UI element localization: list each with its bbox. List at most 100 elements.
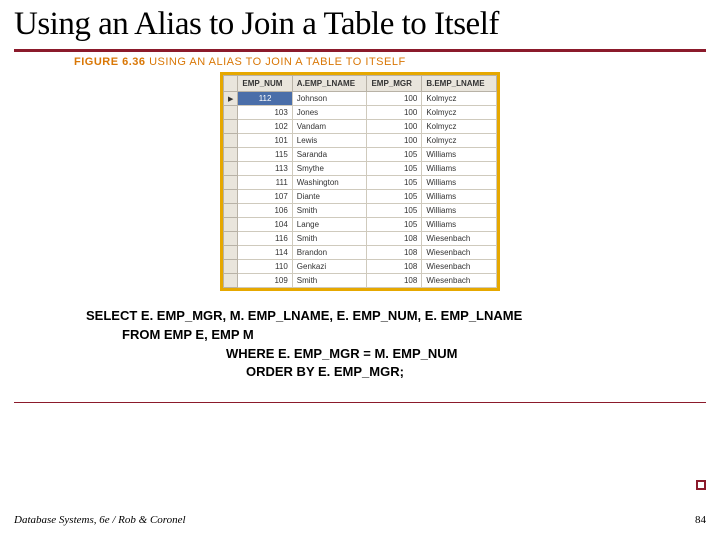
cell-emp-num: 110 [238,259,292,273]
cell-b-lname: Williams [422,189,497,203]
cell-a-lname: Vandam [292,119,367,133]
col-b-lname: B.EMP_LNAME [422,75,497,91]
footer-left: Database Systems, 6e / Rob & Coronel [14,514,186,526]
cell-a-lname: Lange [292,217,367,231]
table-row: 103Jones100Kolmycz [224,105,497,119]
cell-a-lname: Johnson [292,91,367,105]
slide: Using an Alias to Join a Table to Itself… [0,0,720,540]
row-selector [224,147,238,161]
cell-a-lname: Washington [292,175,367,189]
figure-area: FIGURE 6.36 USING AN ALIAS TO JOIN A TAB… [14,56,706,291]
cell-a-lname: Smith [292,203,367,217]
cell-b-lname: Williams [422,217,497,231]
table-row: 107Diante105Williams [224,189,497,203]
row-selector [224,105,238,119]
cell-a-lname: Smith [292,231,367,245]
sql-line-1: SELECT E. EMP_MGR, M. EMP_LNAME, E. EMP_… [86,307,706,326]
table-row: 102Vandam100Kolmycz [224,119,497,133]
cell-b-lname: Wiesenbach [422,259,497,273]
figure-caption-text: USING AN ALIAS TO JOIN A TABLE TO ITSELF [149,56,406,68]
table-row: 104Lange105Williams [224,217,497,231]
row-selector [224,203,238,217]
row-selector [224,175,238,189]
row-selector [224,259,238,273]
table-row: 101Lewis100Kolmycz [224,133,497,147]
cell-b-lname: Kolmycz [422,105,497,119]
cell-emp-mgr: 100 [367,119,422,133]
cell-emp-num: 106 [238,203,292,217]
cell-b-lname: Kolmycz [422,91,497,105]
table-row: 110Genkazi108Wiesenbach [224,259,497,273]
table-row: 111Washington105Williams [224,175,497,189]
cell-emp-mgr: 108 [367,273,422,287]
figure-caption: FIGURE 6.36 USING AN ALIAS TO JOIN A TAB… [74,56,706,68]
cell-emp-mgr: 108 [367,259,422,273]
cell-emp-num: 101 [238,133,292,147]
slide-number: 84 [695,514,706,526]
cell-emp-num: 116 [238,231,292,245]
cell-b-lname: Wiesenbach [422,273,497,287]
col-a-lname: A.EMP_LNAME [292,75,367,91]
row-selector [224,231,238,245]
figure-number: FIGURE 6.36 [74,56,146,68]
table-row: 109Smith108Wiesenbach [224,273,497,287]
cell-b-lname: Wiesenbach [422,245,497,259]
row-selector [224,161,238,175]
row-selector [224,133,238,147]
table-row: 116Smith108Wiesenbach [224,231,497,245]
cell-emp-mgr: 100 [367,133,422,147]
cell-emp-mgr: 100 [367,91,422,105]
sql-line-3: WHERE E. EMP_MGR = M. EMP_NUM [86,345,706,364]
cell-a-lname: Jones [292,105,367,119]
sql-query: SELECT E. EMP_MGR, M. EMP_LNAME, E. EMP_… [86,307,706,382]
row-selector [224,245,238,259]
cell-emp-num: 104 [238,217,292,231]
cell-emp-num: 111 [238,175,292,189]
cell-emp-num: 112 [238,91,292,105]
cell-emp-num: 114 [238,245,292,259]
footer-rule [14,402,706,403]
sql-line-2: FROM EMP E, EMP M [86,326,706,345]
row-selector [224,91,238,105]
cell-emp-mgr: 105 [367,217,422,231]
table-row: 113Smythe105Williams [224,161,497,175]
page-title: Using an Alias to Join a Table to Itself [14,6,706,43]
cell-a-lname: Brandon [292,245,367,259]
table-body: 112Johnson100Kolmycz103Jones100Kolmycz10… [224,91,497,287]
row-selector [224,273,238,287]
cell-b-lname: Wiesenbach [422,231,497,245]
row-selector [224,189,238,203]
cell-emp-mgr: 108 [367,231,422,245]
cell-emp-mgr: 108 [367,245,422,259]
data-table-wrap: EMP_NUM A.EMP_LNAME EMP_MGR B.EMP_LNAME … [220,72,500,291]
accent-square-icon [696,480,706,490]
cell-b-lname: Williams [422,203,497,217]
cell-emp-mgr: 105 [367,161,422,175]
col-emp-mgr: EMP_MGR [367,75,422,91]
cell-emp-num: 103 [238,105,292,119]
col-emp-num: EMP_NUM [238,75,292,91]
cell-emp-num: 113 [238,161,292,175]
table-row: 112Johnson100Kolmycz [224,91,497,105]
cell-b-lname: Kolmycz [422,119,497,133]
cell-b-lname: Williams [422,175,497,189]
cell-a-lname: Saranda [292,147,367,161]
title-rule [14,49,706,52]
cell-emp-mgr: 105 [367,147,422,161]
cell-emp-mgr: 100 [367,105,422,119]
table-row: 106Smith105Williams [224,203,497,217]
row-selector [224,217,238,231]
sql-line-4: ORDER BY E. EMP_MGR; [86,363,706,382]
table-row: 115Saranda105Williams [224,147,497,161]
cell-emp-mgr: 105 [367,189,422,203]
cell-a-lname: Lewis [292,133,367,147]
cell-emp-num: 107 [238,189,292,203]
cell-b-lname: Williams [422,161,497,175]
cell-emp-mgr: 105 [367,175,422,189]
row-selector [224,119,238,133]
cell-b-lname: Kolmycz [422,133,497,147]
cell-a-lname: Diante [292,189,367,203]
cell-emp-num: 109 [238,273,292,287]
cell-a-lname: Genkazi [292,259,367,273]
cell-b-lname: Williams [422,147,497,161]
